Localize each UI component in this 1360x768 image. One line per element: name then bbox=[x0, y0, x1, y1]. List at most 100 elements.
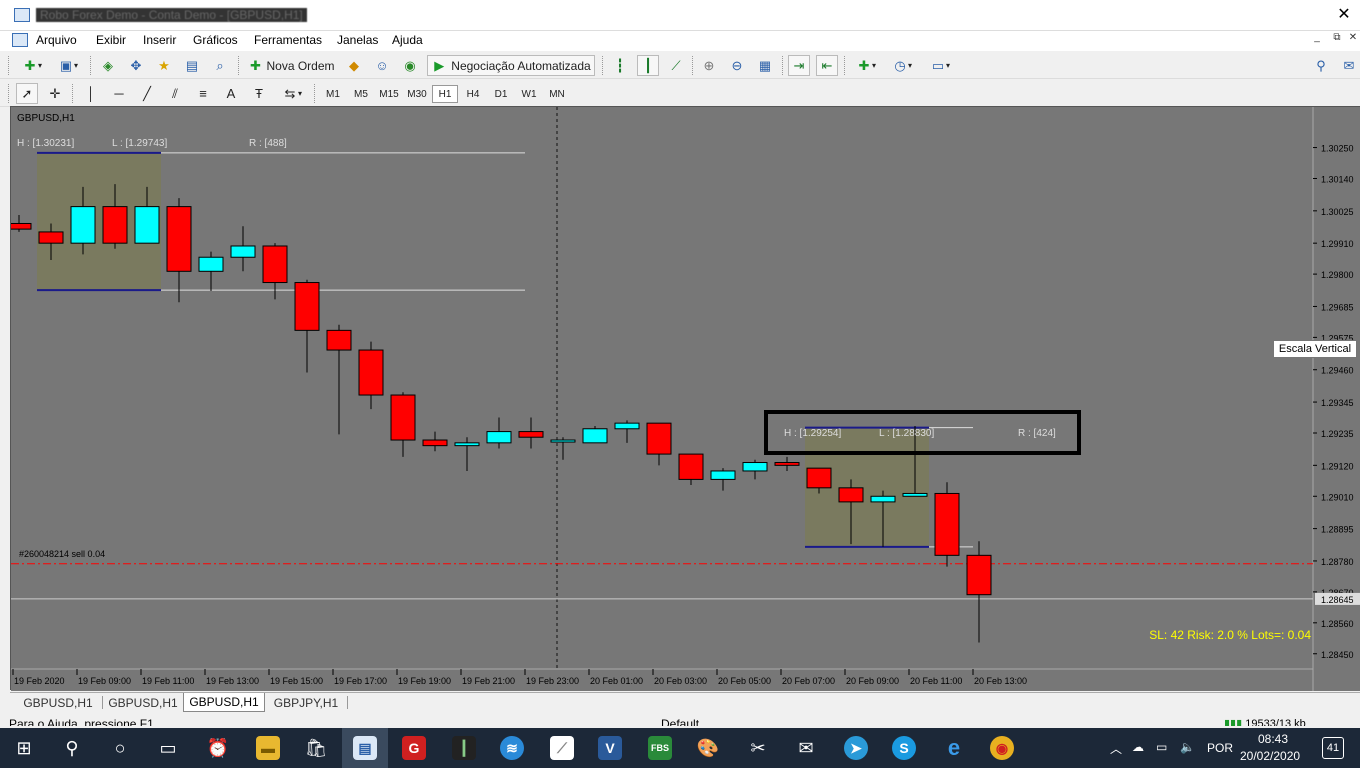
indicators-button[interactable]: ✚ ▾ bbox=[850, 55, 882, 76]
toolbar-grip[interactable] bbox=[844, 56, 847, 75]
edge-app[interactable]: e bbox=[938, 732, 970, 764]
channel-tool[interactable]: ⫽ bbox=[164, 83, 186, 104]
strategy-tester-button[interactable]: ⌕ bbox=[209, 55, 231, 76]
market-watch-button[interactable]: ◈ bbox=[97, 55, 119, 76]
language-indicator[interactable]: POR bbox=[1207, 741, 1233, 755]
bar-chart-button[interactable]: ┇ bbox=[609, 55, 631, 76]
tile-windows-button[interactable]: ▦ bbox=[754, 55, 776, 76]
toolbar-grip[interactable] bbox=[314, 84, 317, 103]
signals-button[interactable]: ◉ bbox=[399, 55, 421, 76]
tf-d1[interactable]: D1 bbox=[488, 85, 514, 103]
file-explorer-app[interactable]: ▬ bbox=[252, 732, 284, 764]
candlestick-chart[interactable]: 1.30250 1.30140 1.30025 1.29910 1.29800 1.296… bbox=[11, 107, 1360, 691]
search-taskbar-button[interactable]: ⚲ bbox=[56, 732, 88, 764]
zoom-in-button[interactable]: ⊕ bbox=[698, 55, 720, 76]
child-close-button[interactable]: ✕ bbox=[1346, 32, 1360, 46]
toolbar-grip[interactable] bbox=[602, 56, 605, 75]
cortana-button[interactable]: ○ bbox=[104, 732, 136, 764]
fibonacci-tool[interactable]: ≡ bbox=[192, 83, 214, 104]
trendline-tool[interactable]: ╱ bbox=[136, 83, 158, 104]
cursor-tool[interactable]: ➚ bbox=[16, 83, 38, 104]
text-label-tool[interactable]: Ŧ bbox=[248, 83, 270, 104]
auto-scroll-button[interactable]: ⇥ bbox=[788, 55, 810, 76]
child-minimize-button[interactable]: _ bbox=[1310, 32, 1324, 46]
weather-cloud-icon[interactable]: ☁ bbox=[1132, 740, 1144, 754]
telegram-app[interactable]: ➤ bbox=[840, 732, 872, 764]
chat-button[interactable]: ✉ bbox=[1338, 55, 1360, 76]
app-snip[interactable]: ✂ bbox=[742, 732, 774, 764]
candlestick-button[interactable]: ┃ bbox=[637, 55, 659, 76]
app-g[interactable]: G bbox=[398, 732, 430, 764]
menu-janelas[interactable]: Janelas bbox=[337, 33, 378, 47]
toolbar-grip[interactable] bbox=[90, 56, 93, 75]
tf-m30[interactable]: M30 bbox=[404, 85, 430, 103]
store-app[interactable]: 🛍 bbox=[300, 732, 332, 764]
meta-editor-button[interactable]: ◆ bbox=[343, 55, 365, 76]
app-feather[interactable]: ⟋ bbox=[546, 732, 578, 764]
toolbar-grip[interactable] bbox=[782, 56, 785, 75]
auto-trading-button[interactable]: ▶ Negociação Automatizada bbox=[427, 55, 595, 76]
tab-chart-4[interactable]: GBPJPY,H1 bbox=[266, 693, 346, 712]
tab-chart-3[interactable]: GBPUSD,H1 bbox=[183, 693, 265, 712]
toolbar-grip[interactable] bbox=[8, 56, 11, 75]
toolbar-grip[interactable] bbox=[238, 56, 241, 75]
network-icon[interactable]: ▭ bbox=[1156, 740, 1167, 754]
menu-ajuda[interactable]: Ajuda bbox=[392, 33, 423, 47]
volume-icon[interactable]: 🔈 bbox=[1180, 740, 1195, 754]
metatrader-app[interactable]: ▤ bbox=[342, 728, 388, 768]
arrows-tool[interactable]: ⇆ ▾ bbox=[276, 83, 308, 104]
app-paint[interactable]: 🎨 bbox=[692, 732, 724, 764]
tray-chevron-icon[interactable]: ︿ bbox=[1110, 740, 1122, 757]
menu-graficos[interactable]: Gráficos bbox=[193, 33, 238, 47]
search-button[interactable]: ⚲ bbox=[1310, 55, 1332, 76]
tf-m1[interactable]: M1 bbox=[320, 85, 346, 103]
tf-h4[interactable]: H4 bbox=[460, 85, 486, 103]
menu-ferramentas[interactable]: Ferramentas bbox=[254, 33, 322, 47]
chrome-app[interactable]: ◉ bbox=[986, 732, 1018, 764]
close-window-button[interactable]: ✕ bbox=[1334, 4, 1354, 24]
clock-time[interactable]: 08:43 bbox=[1258, 732, 1288, 746]
horizontal-line-tool[interactable]: ─ bbox=[108, 83, 130, 104]
child-restore-button[interactable]: ⧉ bbox=[1330, 32, 1344, 46]
tf-mn[interactable]: MN bbox=[544, 85, 570, 103]
zoom-out-button[interactable]: ⊖ bbox=[726, 55, 748, 76]
periods-button[interactable]: ◷ ▾ bbox=[886, 55, 918, 76]
crosshair-tool[interactable]: ✛ bbox=[44, 83, 66, 104]
app-chart[interactable]: ┃ bbox=[448, 732, 480, 764]
text-tool[interactable]: A bbox=[220, 83, 242, 104]
toolbar-grip[interactable] bbox=[8, 84, 11, 103]
app-stripes[interactable]: ≋ bbox=[496, 732, 528, 764]
tab-chart-2[interactable]: GBPUSD,H1 bbox=[102, 693, 184, 712]
new-order-button[interactable]: ✚ Nova Ordem bbox=[245, 55, 337, 76]
notification-center-button[interactable]: 41 bbox=[1322, 737, 1344, 759]
clock-date[interactable]: 20/02/2020 bbox=[1240, 749, 1300, 763]
alarms-app[interactable]: ⏰ bbox=[202, 732, 234, 764]
menu-exibir[interactable]: Exibir bbox=[96, 33, 126, 47]
chart-shift-button[interactable]: ⇤ bbox=[816, 55, 838, 76]
app-fbs[interactable]: FBS bbox=[644, 732, 676, 764]
menu-inserir[interactable]: Inserir bbox=[143, 33, 176, 47]
new-chart-button[interactable]: ✚ ▾ bbox=[16, 55, 48, 76]
child-window-icon[interactable] bbox=[12, 33, 28, 47]
chart-window[interactable]: 1.30250 1.30140 1.30025 1.29910 1.29800 1.296… bbox=[10, 106, 1360, 691]
line-chart-button[interactable]: ⟋ bbox=[665, 55, 687, 76]
task-view-button[interactable]: ▭ bbox=[152, 732, 184, 764]
terminal-button[interactable]: ▤ bbox=[181, 55, 203, 76]
toolbar-grip[interactable] bbox=[692, 56, 695, 75]
vertical-line-tool[interactable]: │ bbox=[80, 83, 102, 104]
navigator-button[interactable]: ★ bbox=[153, 55, 175, 76]
tf-m15[interactable]: M15 bbox=[376, 85, 402, 103]
community-button[interactable]: ☺ bbox=[371, 55, 393, 76]
skype-app[interactable]: S bbox=[888, 732, 920, 764]
tf-w1[interactable]: W1 bbox=[516, 85, 542, 103]
profiles-button[interactable]: ▣ ▾ bbox=[52, 55, 84, 76]
tf-h1[interactable]: H1 bbox=[432, 85, 458, 103]
tf-m5[interactable]: M5 bbox=[348, 85, 374, 103]
tab-chart-1[interactable]: GBPUSD,H1 bbox=[16, 693, 100, 712]
start-button[interactable]: ⊞ bbox=[8, 732, 40, 764]
templates-button[interactable]: ▭ ▾ bbox=[924, 55, 956, 76]
data-window-button[interactable]: ✥ bbox=[125, 55, 147, 76]
app-v[interactable]: V bbox=[594, 732, 626, 764]
mail-app[interactable]: ✉ bbox=[790, 732, 822, 764]
toolbar-grip[interactable] bbox=[72, 84, 75, 103]
